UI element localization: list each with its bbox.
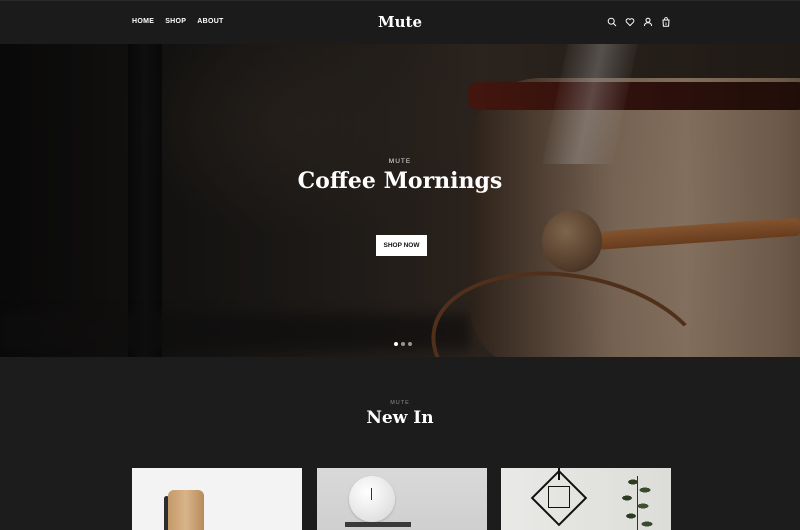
product-card-clock[interactable] (317, 468, 487, 530)
product-card-candle-holder[interactable] (501, 468, 671, 530)
main-nav: HOME SHOP ABOUT (132, 18, 224, 25)
site-logo[interactable]: Mute (378, 13, 422, 31)
plant-image (613, 472, 663, 530)
slider-dot-3[interactable] (408, 342, 412, 346)
product-card-chair[interactable] (132, 468, 302, 530)
shelf-image (345, 522, 411, 527)
candle-holder-image-part (548, 486, 570, 508)
cart-count: 0 (665, 21, 668, 26)
heart-icon[interactable] (625, 17, 635, 27)
user-icon[interactable] (643, 17, 653, 27)
hero-banner: MUTE Coffee Mornings SHOP NOW (0, 44, 800, 357)
search-icon[interactable] (607, 17, 617, 27)
clock-image (349, 476, 395, 522)
header-actions: 0 (607, 17, 671, 27)
nav-home-link[interactable]: HOME (132, 18, 154, 25)
nav-shop-link[interactable]: SHOP (165, 18, 186, 25)
slider-dot-1[interactable] (394, 342, 398, 346)
hero-kicker: MUTE (388, 158, 412, 165)
hero-overlay (0, 44, 800, 357)
slider-dot-2[interactable] (401, 342, 405, 346)
new-in-title: New In (366, 408, 434, 428)
shop-now-button[interactable]: SHOP NOW (376, 235, 427, 256)
cart-icon[interactable]: 0 (661, 17, 671, 27)
site-logo-wrap: Mute (0, 13, 800, 31)
nav-about-link[interactable]: ABOUT (197, 18, 223, 25)
chair-image (168, 490, 204, 530)
slider-pagination (394, 342, 412, 346)
site-header: HOME SHOP ABOUT Mute 0 (0, 0, 800, 44)
new-in-kicker: MUTE (390, 400, 410, 406)
clock-hand (371, 488, 372, 500)
hero-title: Coffee Mornings (297, 168, 503, 194)
